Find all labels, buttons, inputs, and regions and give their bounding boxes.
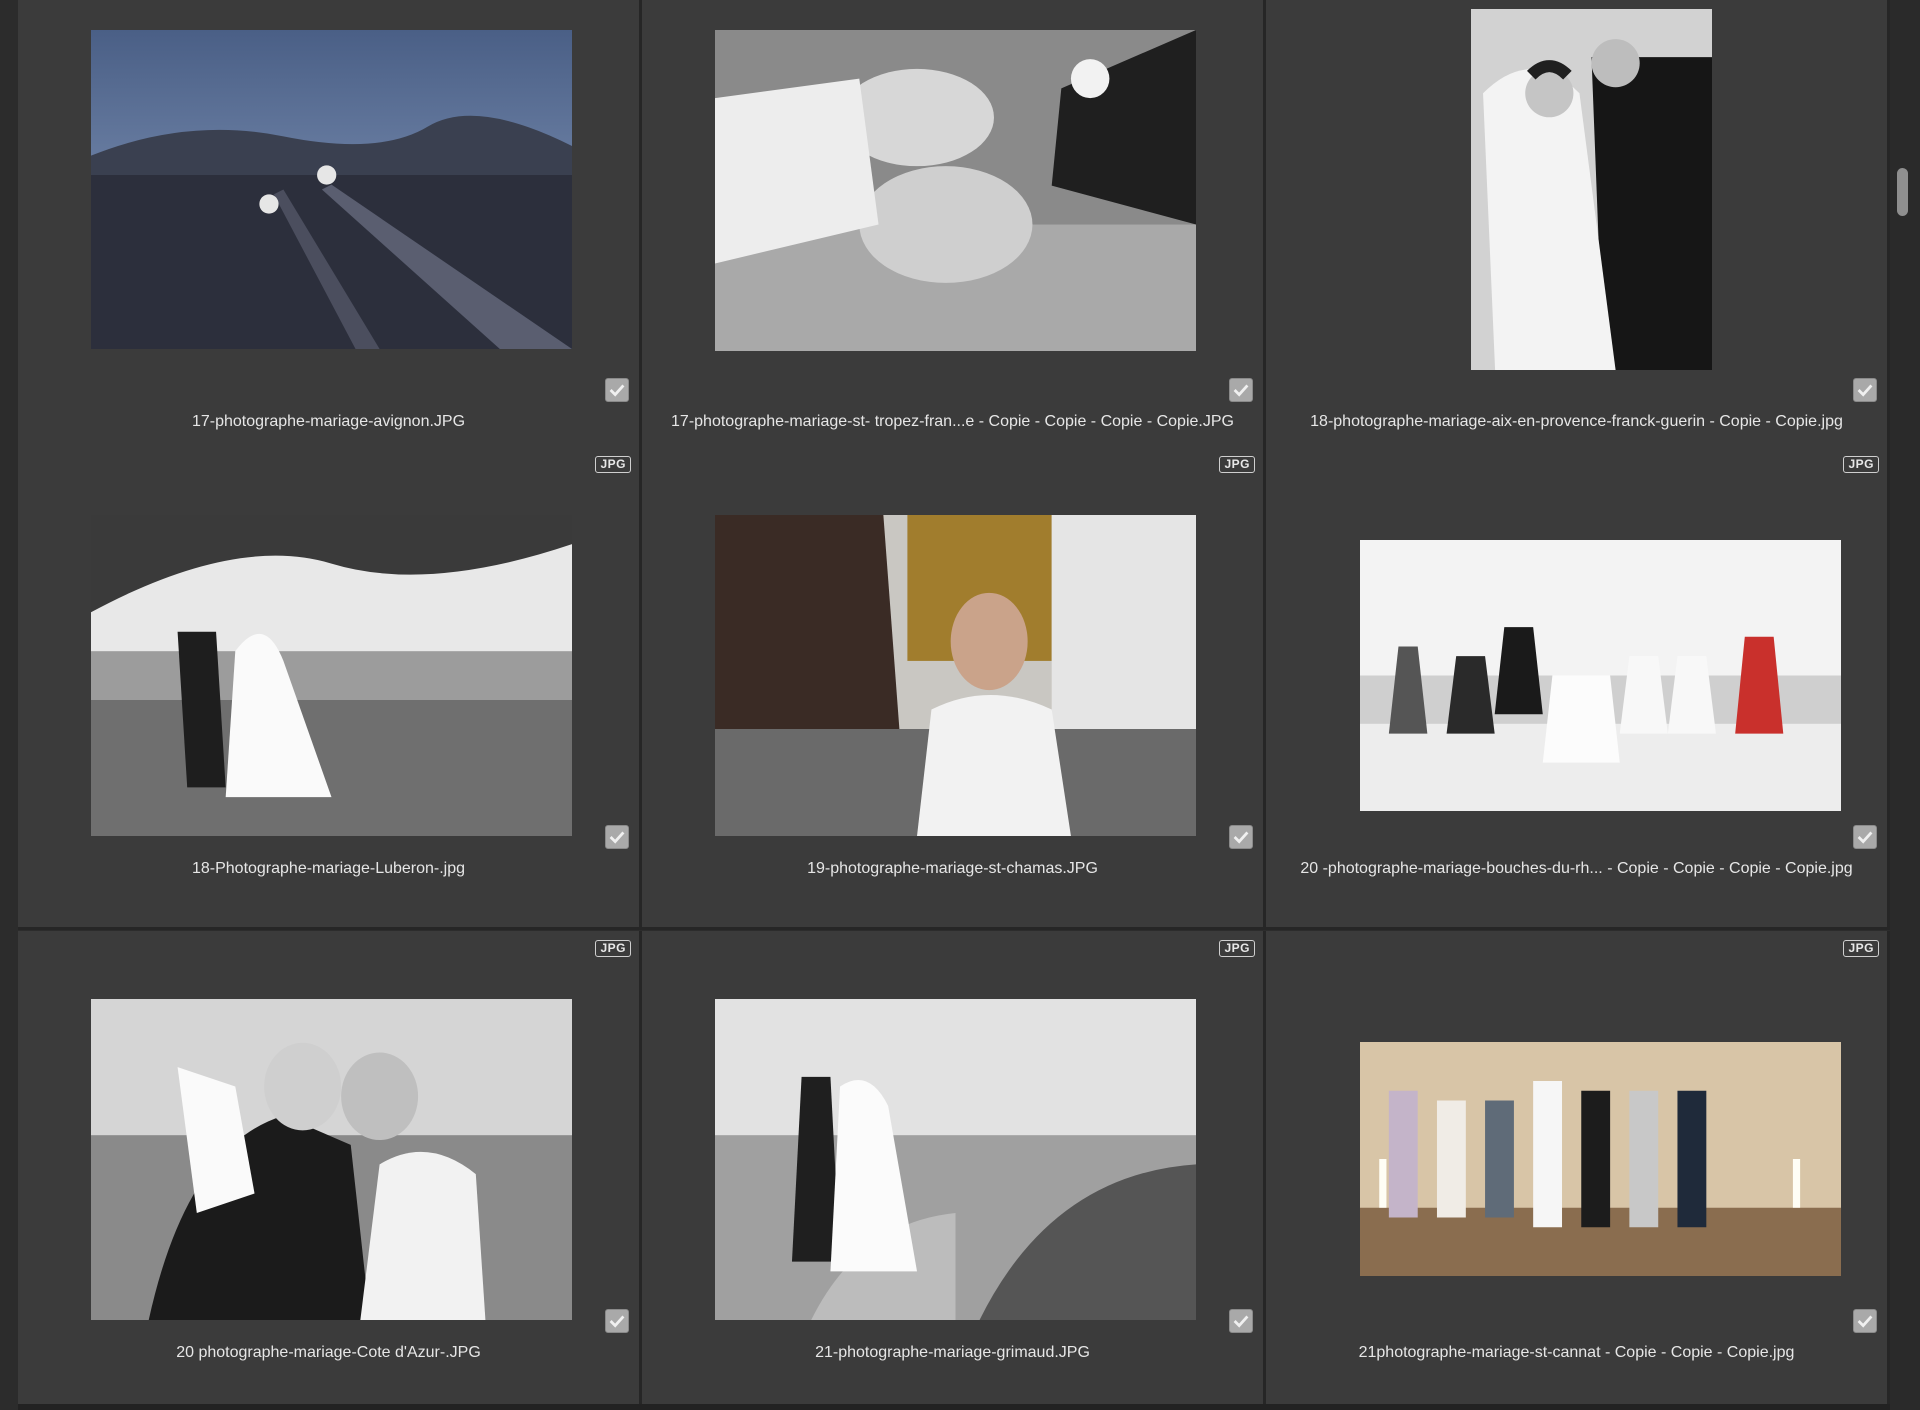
select-checkbox[interactable] bbox=[1229, 378, 1253, 402]
photo-thumbnail[interactable] bbox=[1471, 9, 1712, 370]
photo-thumbnail[interactable] bbox=[91, 515, 572, 836]
checkmark-icon bbox=[609, 384, 625, 397]
file-type-badge: JPG bbox=[1843, 940, 1879, 957]
grid-cell[interactable]: JPG 21photographe-mariage-st-cannat - Co… bbox=[1266, 931, 1890, 1410]
photo-thumbnail[interactable] bbox=[1360, 1042, 1841, 1276]
photo-thumbnail[interactable] bbox=[715, 30, 1196, 351]
file-type-badge: JPG bbox=[1843, 456, 1879, 473]
checkmark-icon bbox=[1233, 384, 1249, 397]
file-name: 20 photographe-mariage-Cote d'Azur-.JPG bbox=[176, 1344, 481, 1361]
select-checkbox[interactable] bbox=[605, 825, 629, 849]
select-checkbox[interactable] bbox=[1853, 825, 1877, 849]
photo-grid: 17-photographe-mariage-avignon.JPG 17-ph… bbox=[18, 0, 1890, 1410]
select-checkbox[interactable] bbox=[605, 378, 629, 402]
checkmark-icon bbox=[1857, 384, 1873, 397]
select-checkbox[interactable] bbox=[605, 1309, 629, 1333]
file-name: 20 -photographe-mariage-bouches-du-rh...… bbox=[1300, 860, 1853, 877]
checkmark-icon bbox=[1857, 831, 1873, 844]
grid-cell[interactable]: JPG 19-photographe-mariage-st-chamas.JPG bbox=[642, 447, 1266, 930]
file-type-badge: JPG bbox=[595, 940, 631, 957]
grid-cell[interactable]: JPG 18-Photographe-mariage-Luberon-.jpg bbox=[18, 447, 642, 930]
checkmark-icon bbox=[1857, 1315, 1873, 1328]
file-name: 17-photographe-mariage-avignon.JPG bbox=[191, 413, 466, 430]
photo-thumbnail[interactable] bbox=[1360, 540, 1841, 811]
file-name: 17-photographe-mariage-st- tropez-fran..… bbox=[671, 413, 1234, 430]
file-name: 21photographe-mariage-st-cannat - Copie … bbox=[1358, 1344, 1795, 1361]
checkmark-icon bbox=[1233, 1315, 1249, 1328]
grid-cell[interactable]: 17-photographe-mariage-st- tropez-fran..… bbox=[642, 0, 1266, 483]
file-name: 18-Photographe-mariage-Luberon-.jpg bbox=[191, 860, 466, 877]
file-name: 18-photographe-mariage-aix-en-provence-f… bbox=[1310, 413, 1843, 430]
file-type-badge: JPG bbox=[595, 456, 631, 473]
file-name: 19-photographe-mariage-st-chamas.JPG bbox=[807, 860, 1098, 877]
checkmark-icon bbox=[609, 1315, 625, 1328]
select-checkbox[interactable] bbox=[1853, 1309, 1877, 1333]
vertical-scrollbar[interactable] bbox=[1890, 0, 1920, 1410]
photo-thumbnail[interactable] bbox=[715, 999, 1196, 1320]
scroll-thumb[interactable] bbox=[1897, 168, 1908, 216]
grid-cell[interactable]: JPG 20 -photographe-mariage-bouches-du-r… bbox=[1266, 447, 1890, 930]
bottom-toolbar-strip bbox=[18, 1404, 1890, 1410]
photo-thumbnail[interactable] bbox=[715, 515, 1196, 836]
grid-cell[interactable]: JPG 21-photographe-mariage-grimaud.JPG bbox=[642, 931, 1266, 1410]
grid-cell[interactable]: 18-photographe-mariage-aix-en-provence-f… bbox=[1266, 0, 1890, 483]
photo-thumbnail[interactable] bbox=[91, 999, 572, 1320]
grid-cell[interactable]: JPG 20 photographe-mariage-Cote d'Azur-.… bbox=[18, 931, 642, 1410]
file-type-badge: JPG bbox=[1219, 456, 1255, 473]
file-type-badge: JPG bbox=[1219, 940, 1255, 957]
grid-cell[interactable]: 17-photographe-mariage-avignon.JPG bbox=[18, 0, 642, 483]
select-checkbox[interactable] bbox=[1853, 378, 1877, 402]
file-name: 21-photographe-mariage-grimaud.JPG bbox=[815, 1344, 1090, 1361]
photo-thumbnail[interactable] bbox=[91, 30, 572, 349]
checkmark-icon bbox=[1233, 831, 1249, 844]
select-checkbox[interactable] bbox=[1229, 825, 1253, 849]
select-checkbox[interactable] bbox=[1229, 1309, 1253, 1333]
checkmark-icon bbox=[609, 831, 625, 844]
